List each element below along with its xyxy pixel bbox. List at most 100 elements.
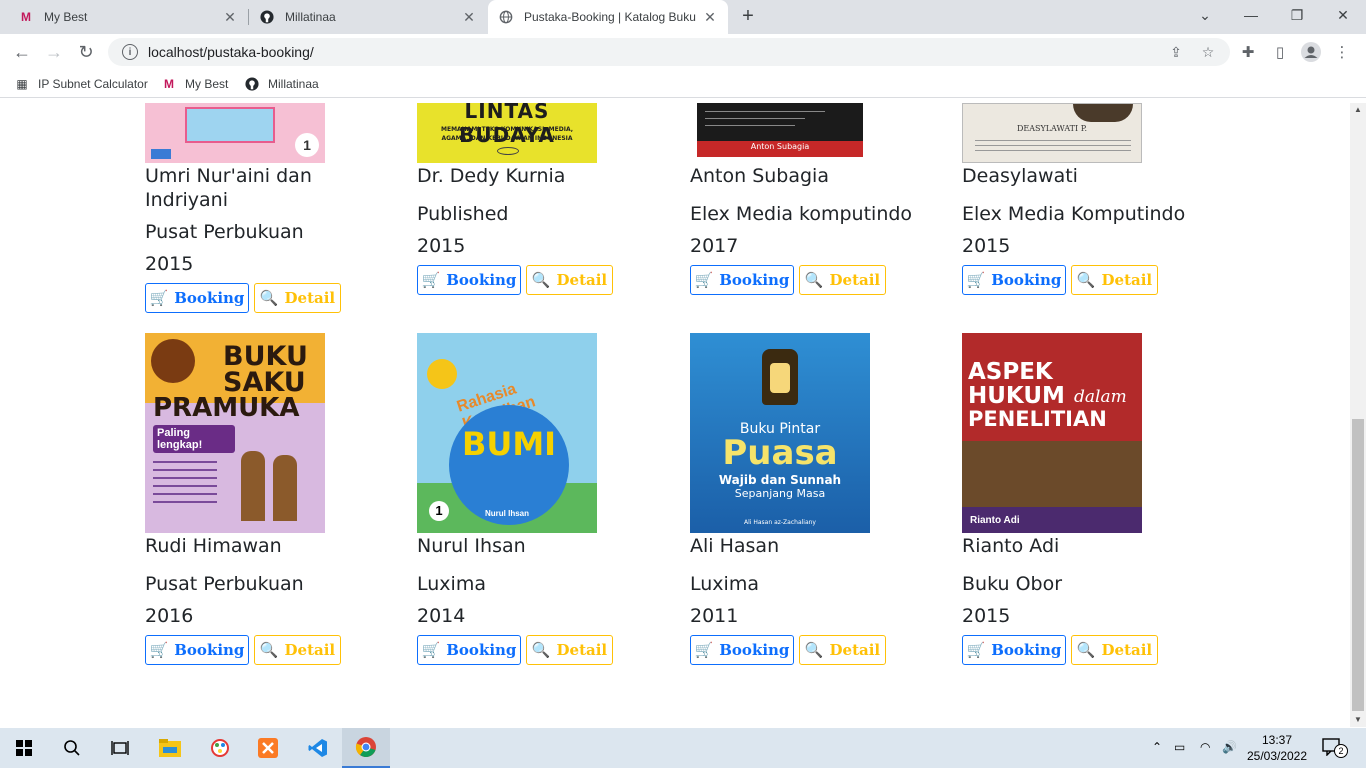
- new-tab-button[interactable]: +: [736, 4, 760, 28]
- booking-label: Booking: [991, 271, 1062, 289]
- cover-number-badge: 1: [429, 501, 449, 521]
- page-scrollbar[interactable]: ▲ ▼: [1350, 103, 1366, 727]
- shopping-cart-icon: 🛒: [694, 271, 714, 289]
- tab-search-chevron-down-icon[interactable]: ⌄: [1182, 0, 1228, 30]
- book-author: Rudi Himawan: [145, 535, 282, 557]
- tab-millatinaa[interactable]: Millatinaa ✕: [249, 0, 487, 34]
- bookmark-ip-subnet[interactable]: ▦ IP Subnet Calculator: [14, 75, 148, 93]
- windows-start-icon[interactable]: [0, 728, 48, 768]
- booking-button[interactable]: 🛒 Booking: [962, 635, 1066, 665]
- my-best-favicon-icon: M: [164, 77, 174, 91]
- booking-button[interactable]: 🛒 Booking: [145, 635, 249, 665]
- task-view-icon[interactable]: [96, 728, 144, 768]
- scroll-down-arrow-icon[interactable]: ▼: [1350, 713, 1366, 727]
- cover-title-line: Wajib dan Sunnah: [718, 473, 842, 487]
- side-panel-icon[interactable]: ▯: [1270, 42, 1290, 62]
- reload-icon[interactable]: ↻: [74, 40, 98, 64]
- detail-button[interactable]: 🔍 Detail: [1071, 265, 1158, 295]
- cover-earth: [449, 405, 569, 525]
- detail-button[interactable]: 🔍 Detail: [526, 265, 613, 295]
- volume-icon[interactable]: 🔊: [1222, 740, 1237, 754]
- cover-logo: [151, 149, 171, 159]
- paint-app-icon[interactable]: [196, 728, 244, 768]
- detail-label: Detail: [829, 271, 881, 289]
- booking-label: Booking: [174, 289, 245, 307]
- book-year: 2015: [962, 235, 1011, 257]
- book-author: Anton Subagia: [690, 165, 829, 187]
- booking-button[interactable]: 🛒 Booking: [690, 635, 794, 665]
- search-icon: 🔍: [1076, 641, 1096, 659]
- back-arrow-icon[interactable]: ←: [10, 40, 34, 64]
- detail-button[interactable]: 🔍 Detail: [799, 265, 886, 295]
- cover-author: Nurul Ihsan: [485, 509, 530, 518]
- detail-button[interactable]: 🔍 Detail: [254, 635, 341, 665]
- bookmark-millatinaa[interactable]: Millatinaa: [244, 75, 319, 93]
- cover-sun: [427, 359, 457, 389]
- close-window-icon[interactable]: ✕: [1320, 0, 1366, 30]
- cover-title-line: BUMI: [461, 425, 557, 463]
- menu-kebab-icon[interactable]: ⋮: [1332, 42, 1352, 62]
- search-icon[interactable]: [48, 728, 96, 768]
- cover-lantern-light: [770, 363, 790, 393]
- cover-title-line: Sepanjang Masa: [734, 487, 826, 500]
- file-explorer-icon[interactable]: [146, 728, 194, 768]
- xampp-icon[interactable]: [244, 728, 292, 768]
- cover-title-line: PRAMUKA: [153, 393, 300, 423]
- show-hidden-icons-chevron-up-icon[interactable]: ⌃: [1152, 740, 1162, 754]
- extensions-puzzle-icon[interactable]: ✚: [1238, 42, 1258, 62]
- book-author: Ali Hasan: [690, 535, 780, 557]
- share-icon[interactable]: ⇪: [1168, 44, 1184, 60]
- cover-photo-gavel: [962, 441, 1142, 507]
- book-publisher: Elex Media Komputindo: [962, 203, 1186, 225]
- minimize-icon[interactable]: —: [1228, 0, 1274, 30]
- cover-title-line: PENELITIAN: [968, 407, 1107, 431]
- shopping-cart-icon: 🛒: [966, 641, 986, 659]
- detail-label: Detail: [556, 641, 608, 659]
- scrollbar-thumb[interactable]: [1352, 419, 1364, 711]
- chrome-icon[interactable]: [342, 728, 390, 768]
- detail-button[interactable]: 🔍 Detail: [526, 635, 613, 665]
- globe-icon: [498, 9, 514, 25]
- restore-icon[interactable]: ❐: [1274, 0, 1320, 30]
- profile-avatar-icon[interactable]: [1301, 42, 1321, 62]
- tab-title: My Best: [44, 10, 88, 24]
- search-icon: 🔍: [531, 641, 551, 659]
- book-cover-image: Rahasia Keajaiban BUMI 1 Nurul Ihsan: [417, 333, 597, 533]
- cover-scout-figure: [273, 455, 297, 521]
- notifications-icon[interactable]: 2: [1322, 738, 1348, 758]
- booking-button[interactable]: 🛒 Booking: [417, 265, 521, 295]
- tab-my-best[interactable]: M My Best ✕: [8, 0, 248, 34]
- close-tab-icon[interactable]: ✕: [461, 9, 477, 26]
- detail-button[interactable]: 🔍 Detail: [1071, 635, 1158, 665]
- close-tab-icon[interactable]: ✕: [702, 9, 718, 26]
- search-icon: 🔍: [531, 271, 551, 289]
- booking-button[interactable]: 🛒 Booking: [690, 265, 794, 295]
- bookmark-star-icon[interactable]: ☆: [1200, 44, 1216, 60]
- booking-button[interactable]: 🛒 Booking: [145, 283, 249, 313]
- booking-label: Booking: [446, 271, 517, 289]
- calculator-icon: ▦: [16, 77, 28, 91]
- github-icon: [259, 9, 275, 25]
- taskbar-clock[interactable]: 13:37 25/03/2022: [1242, 732, 1312, 764]
- search-icon: 🔍: [259, 289, 279, 307]
- close-tab-icon[interactable]: ✕: [222, 9, 238, 26]
- scroll-up-arrow-icon[interactable]: ▲: [1350, 103, 1366, 117]
- site-info-icon[interactable]: i: [122, 44, 138, 60]
- cover-text-block: [153, 455, 217, 509]
- cover-number-badge: 1: [295, 133, 319, 157]
- booking-button[interactable]: 🛒 Booking: [417, 635, 521, 665]
- forward-arrow-icon[interactable]: →: [42, 40, 66, 64]
- tab-pustaka-booking[interactable]: Pustaka-Booking | Katalog Buku ✕: [488, 0, 728, 34]
- bookmark-my-best[interactable]: M My Best: [161, 75, 228, 93]
- address-bar[interactable]: i localhost/pustaka-booking/: [108, 38, 1230, 66]
- book-publisher: Pusat Perbukuan: [145, 573, 304, 595]
- detail-button[interactable]: 🔍 Detail: [254, 283, 341, 313]
- detail-button[interactable]: 🔍 Detail: [799, 635, 886, 665]
- battery-icon[interactable]: ▭: [1174, 740, 1185, 754]
- booking-button[interactable]: 🛒 Booking: [962, 265, 1066, 295]
- shopping-cart-icon: 🛒: [149, 641, 169, 659]
- booking-label: Booking: [991, 641, 1062, 659]
- vscode-icon[interactable]: [294, 728, 342, 768]
- wifi-icon[interactable]: ◠: [1200, 740, 1210, 754]
- cover-author: Ali Hasan az-Zachaliany: [744, 519, 816, 526]
